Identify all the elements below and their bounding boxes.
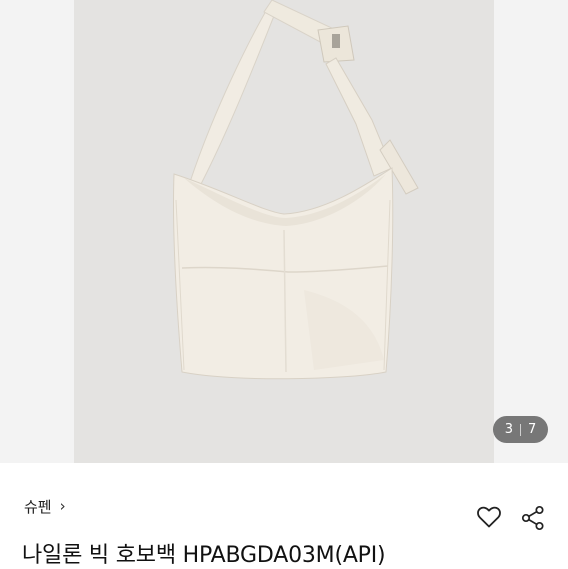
product-title: 나일론 빅 호보백 HPABGDA03M(API) (22, 543, 386, 568)
product-photo[interactable] (74, 0, 494, 463)
product-image-gallery[interactable]: 3 7 (0, 0, 568, 463)
image-page-counter: 3 7 (493, 416, 548, 443)
hobo-bag-image (172, 0, 419, 380)
total-image-count: 7 (528, 422, 537, 437)
brand-link[interactable]: 슈펜 › (24, 494, 66, 518)
heart-outline-icon[interactable] (476, 505, 502, 529)
share-icon[interactable] (520, 505, 546, 531)
current-image-number: 3 (504, 422, 513, 437)
chevron-right-icon: › (59, 497, 66, 515)
counter-divider (520, 423, 521, 436)
brand-name: 슈펜 (24, 497, 52, 516)
